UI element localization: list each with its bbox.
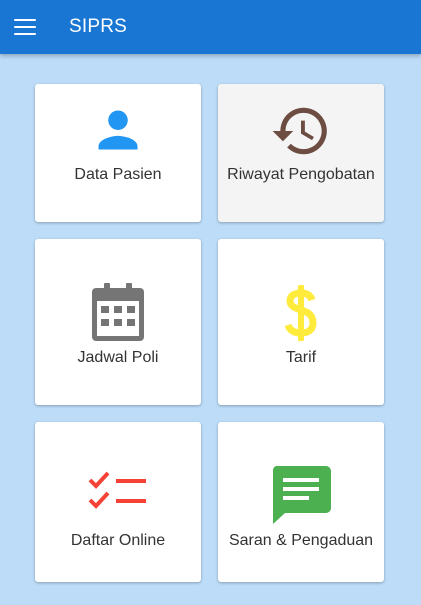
app-bar: SIPRS <box>0 0 421 54</box>
person-icon <box>98 110 138 150</box>
calendar-icon <box>92 283 144 341</box>
menu-card-tarif[interactable]: Tarif <box>218 239 384 405</box>
menu-card-data-pasien[interactable]: Data Pasien <box>35 84 201 222</box>
menu-card-riwayat-pengobatan[interactable]: Riwayat Pengobatan <box>218 84 384 222</box>
menu-card-daftar-online[interactable]: Daftar Online <box>35 422 201 582</box>
hamburger-menu-icon[interactable] <box>14 17 36 37</box>
menu-card-label: Riwayat Pengobatan <box>227 166 375 183</box>
checklist-icon <box>88 471 146 509</box>
menu-card-saran-pengaduan[interactable]: Saran & Pengaduan <box>218 422 384 582</box>
history-icon <box>272 107 327 155</box>
menu-card-label: Saran & Pengaduan <box>228 532 374 549</box>
menu-card-label: Daftar Online <box>70 532 166 549</box>
app-title: SIPRS <box>69 16 128 37</box>
menu-card-label: Tarif <box>285 349 317 366</box>
feedback-chat-icon <box>272 466 331 524</box>
menu-card-label: Jadwal Poli <box>77 349 159 366</box>
dollar-icon <box>284 285 317 341</box>
menu-card-jadwal-poli[interactable]: Jadwal Poli <box>35 239 201 405</box>
menu-card-label: Data Pasien <box>74 166 162 183</box>
